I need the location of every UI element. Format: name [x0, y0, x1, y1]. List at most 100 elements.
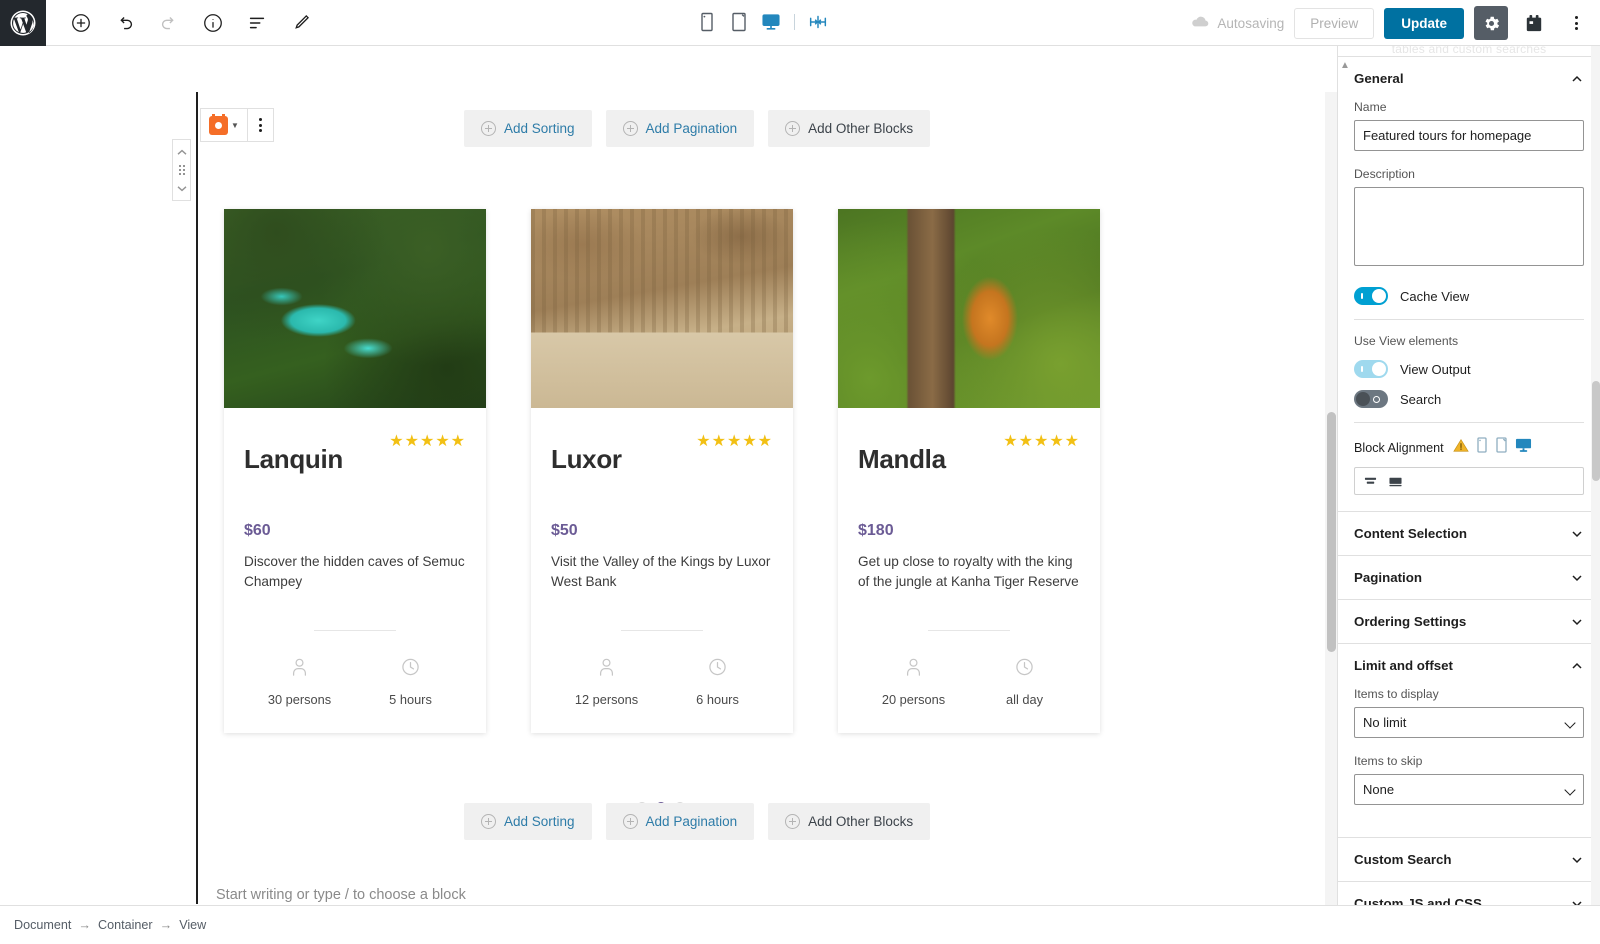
update-button[interactable]: Update — [1384, 7, 1464, 39]
tour-duration: all day — [969, 657, 1080, 707]
edit-pencil-icon[interactable] — [284, 6, 318, 40]
canvas-scrollbar-track[interactable] — [1325, 92, 1337, 905]
canvas-scrollbar-thumb[interactable] — [1327, 412, 1336, 652]
search-toggle[interactable] — [1354, 390, 1388, 408]
tour-card-description: Get up close to royalty with the king of… — [858, 554, 1079, 590]
tour-card-image — [224, 209, 486, 408]
view-output-toggle-row[interactable]: View Output — [1354, 360, 1584, 378]
preview-button[interactable]: Preview — [1294, 7, 1375, 39]
block-toolbar: ▼ — [200, 108, 274, 142]
drag-handle-icon[interactable] — [173, 161, 190, 179]
block-type-switcher[interactable]: ▼ — [201, 109, 248, 141]
toolset-icon[interactable] — [1518, 6, 1550, 40]
move-down-icon[interactable] — [173, 179, 190, 197]
description-field-group: Description — [1354, 167, 1584, 271]
add-pagination-button-bottom[interactable]: Add Pagination — [605, 803, 755, 840]
undo-icon[interactable] — [108, 6, 142, 40]
chevron-up-icon — [1570, 659, 1584, 673]
block-alignment-row: Block Alignment — [1354, 437, 1584, 458]
breadcrumb-view[interactable]: View — [179, 918, 206, 932]
items-to-display-select[interactable]: No limit — [1354, 707, 1584, 738]
plus-circle-icon — [481, 814, 496, 829]
info-icon[interactable] — [196, 6, 230, 40]
add-other-blocks-button-top[interactable]: Add Other Blocks — [768, 110, 931, 147]
panel-ordering-settings-header[interactable]: Ordering Settings — [1338, 600, 1600, 643]
add-block-icon[interactable] — [64, 6, 98, 40]
desktop-icon[interactable] — [1515, 437, 1532, 458]
mobile-preview-icon[interactable] — [694, 7, 720, 37]
add-pagination-button-top[interactable]: Add Pagination — [605, 110, 755, 147]
more-options-icon[interactable] — [1560, 6, 1592, 40]
panel-pagination-header[interactable]: Pagination — [1338, 556, 1600, 599]
rating-stars: ★★★★★ — [696, 433, 773, 450]
sidebar-scrollbar-track[interactable] — [1591, 46, 1600, 905]
tour-cards-grid: Lanquin ★★★★★ $60 Discover the hidden ca… — [224, 209, 1100, 733]
cache-view-toggle[interactable] — [1354, 287, 1388, 305]
default-block-placeholder[interactable]: Start writing or type / to choose a bloc… — [216, 887, 466, 903]
warning-icon[interactable] — [1452, 438, 1469, 458]
add-other-blocks-button-bottom[interactable]: Add Other Blocks — [768, 803, 931, 840]
wordpress-logo-icon[interactable] — [0, 0, 46, 46]
items-to-skip-select[interactable]: None — [1354, 774, 1584, 805]
align-wide-icon[interactable] — [1388, 475, 1403, 488]
appender-label: Add Other Blocks — [808, 121, 914, 136]
tour-card-description: Visit the Valley of the Kings by Luxor W… — [551, 554, 771, 590]
capacity-label: 20 persons — [881, 692, 946, 707]
redo-icon[interactable] — [152, 6, 186, 40]
view-description-textarea[interactable] — [1354, 187, 1584, 266]
plus-circle-icon — [622, 121, 638, 136]
settings-sidebar: tables and custom searches General Name … — [1337, 46, 1600, 905]
breadcrumb-container[interactable]: Container — [98, 918, 153, 932]
chevron-up-icon — [1570, 72, 1584, 86]
settings-gear-icon[interactable] — [1474, 6, 1508, 40]
view-block-frame: Add Sorting Add Pagination Add Other Blo… — [196, 92, 1122, 904]
mobile-icon[interactable] — [1476, 437, 1488, 458]
view-name-input[interactable] — [1354, 120, 1584, 151]
description-label: Description — [1354, 167, 1415, 181]
breadcrumb-document[interactable]: Document — [14, 918, 71, 932]
sidebar-scroll-up-icon[interactable]: ▲ — [1340, 60, 1350, 71]
block-mover — [172, 139, 191, 201]
divider — [621, 630, 703, 631]
person-icon — [290, 657, 309, 682]
block-options-icon[interactable] — [248, 109, 273, 141]
add-sorting-button-bottom[interactable]: Add Sorting — [464, 803, 592, 840]
search-toggle-row[interactable]: Search — [1354, 390, 1584, 408]
panel-content-selection: Content Selection — [1338, 511, 1600, 555]
editor-top-bar: Autosaving Preview Update — [0, 0, 1600, 46]
view-output-toggle[interactable] — [1354, 360, 1388, 378]
panel-general-header[interactable]: General — [1338, 57, 1600, 100]
tour-card-price: $180 — [858, 522, 894, 539]
sidebar-scrollbar-thumb[interactable] — [1591, 381, 1600, 481]
panel-ordering-settings: Ordering Settings — [1338, 599, 1600, 643]
panel-custom-search-header[interactable]: Custom Search — [1338, 838, 1600, 881]
tablet-icon[interactable] — [1495, 437, 1508, 458]
cache-view-label: Cache View — [1400, 288, 1470, 304]
panel-custom-js-and-css-header[interactable]: Custom JS and CSS — [1338, 882, 1600, 905]
top-bar-left-tools — [46, 6, 318, 40]
chevron-down-icon — [1570, 527, 1584, 541]
block-alignment-label: Block Alignment — [1354, 440, 1444, 455]
cloud-icon — [1191, 15, 1210, 32]
move-up-icon[interactable] — [173, 143, 190, 161]
chevron-down-icon — [1570, 571, 1584, 585]
align-none-icon[interactable] — [1363, 475, 1378, 488]
panel-pagination: Pagination — [1338, 555, 1600, 599]
panel-limit-and-offset-header[interactable]: Limit and offset — [1338, 644, 1600, 687]
panel-content-selection-header[interactable]: Content Selection — [1338, 512, 1600, 555]
tour-card[interactable]: Luxor ★★★★★ $50 Visit the Valley of the … — [531, 209, 793, 733]
responsive-breakpoints-icon[interactable] — [805, 7, 831, 37]
desktop-preview-icon[interactable] — [758, 7, 784, 37]
tour-card[interactable]: Mandla ★★★★★ $180 Get up close to royalt… — [838, 209, 1100, 733]
tablet-preview-icon[interactable] — [726, 7, 752, 37]
panel-general: General Name Description Cache View Use … — [1338, 56, 1600, 511]
plus-circle-icon — [622, 814, 638, 829]
cache-view-toggle-row[interactable]: Cache View — [1354, 287, 1584, 305]
panel-limit-and-offset: Limit and offset Items to display No lim… — [1338, 643, 1600, 837]
clock-icon — [401, 657, 420, 682]
add-sorting-button-top[interactable]: Add Sorting — [464, 110, 592, 147]
list-view-icon[interactable] — [240, 6, 274, 40]
tour-card[interactable]: Lanquin ★★★★★ $60 Discover the hidden ca… — [224, 209, 486, 733]
appender-label: Add Sorting — [504, 814, 575, 829]
capacity-label: 30 persons — [267, 692, 332, 707]
